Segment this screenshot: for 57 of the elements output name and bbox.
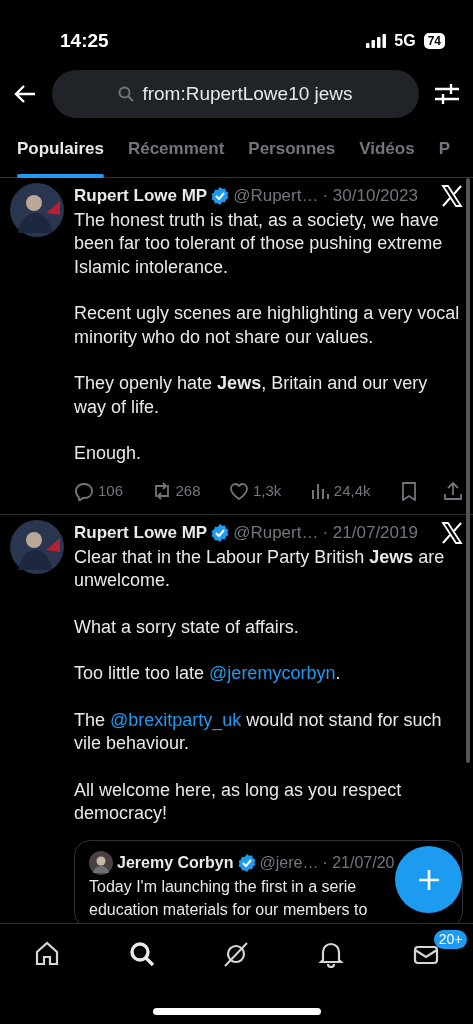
share-icon — [443, 480, 463, 501]
reply-button[interactable]: 106 — [74, 479, 124, 502]
filter-button[interactable] — [435, 83, 459, 105]
post-date: · 21/07/20 — [322, 852, 395, 873]
bell-icon — [317, 940, 346, 968]
avatar — [10, 520, 64, 574]
post-text: The @brexitparty_uk would not stand for such vile behaviour. — [74, 708, 443, 755]
x-logo-icon — [441, 184, 463, 207]
back-arrow-icon — [14, 84, 36, 104]
slashed-circle-icon — [222, 940, 251, 968]
author-handle[interactable]: @Rupert… — [233, 183, 319, 209]
views-button[interactable]: 24,4k — [309, 479, 371, 502]
search-tab[interactable]: Populaires — [17, 126, 104, 178]
post-date: · 21/07/2019 — [322, 522, 418, 544]
settings-sliders-icon — [435, 83, 459, 105]
avatar — [89, 850, 113, 875]
author-name[interactable]: Rupert Lowe MP — [74, 183, 208, 209]
avatar — [10, 183, 64, 237]
search-tab[interactable]: Récemment — [127, 126, 225, 178]
post-text: They openly hate Jews, Britain and our very way of life. — [74, 372, 429, 419]
bookmark-icon — [399, 480, 419, 501]
author-name[interactable]: Jeremy Corbyn — [117, 850, 234, 875]
share-button[interactable] — [443, 480, 463, 501]
author-handle[interactable]: @Rupert… — [233, 520, 319, 546]
post-text: What a sorry state of affairs. — [74, 615, 300, 639]
post-text: Too little too late @jeremycorbyn. — [74, 662, 342, 685]
search-icon — [127, 940, 156, 968]
clock-time: 14:25 — [60, 28, 109, 53]
repost-button[interactable]: 268 — [151, 479, 201, 502]
battery-level: 74 — [423, 33, 445, 49]
post-text: The honest truth is that, as a society, we have been far too tolerant of those pushing extreme Islamic intolerance. — [74, 208, 444, 279]
mention-link[interactable]: @jeremycorbyn — [209, 663, 336, 683]
mention-link[interactable]: @brexitparty_uk — [110, 709, 242, 730]
search-icon — [118, 86, 135, 102]
x-logo-icon — [441, 521, 463, 544]
plus-icon — [416, 867, 441, 892]
author-handle[interactable]: @jere… — [259, 850, 319, 875]
quoted-post-text: Today I'm launching the first in a serie — [89, 876, 357, 897]
quoted-post-text: education materials for our members to — [89, 899, 368, 920]
post-text: Recent ugly scenes are highlighting a very vocal minority who do not share our values. — [74, 302, 461, 349]
post-text: Clear that in the Labour Party British Jews are unwelcome. — [74, 545, 446, 592]
like-button[interactable]: 1,3k — [229, 479, 282, 502]
search-tab[interactable]: Vidéos — [359, 126, 415, 178]
signal-icon — [366, 34, 387, 48]
search-tab[interactable]: P — [438, 126, 450, 178]
post-text: Enough. — [74, 442, 143, 465]
reply-icon — [74, 480, 94, 501]
bookmark-button[interactable] — [399, 480, 419, 501]
search-tab[interactable]: Personnes — [248, 126, 336, 178]
network-label: 5G — [394, 31, 416, 51]
post-date: · 30/10/2023 — [322, 185, 418, 207]
post-text: All welcome here, as long as you respect democracy! — [74, 778, 403, 825]
notification-count: 20+ — [433, 930, 468, 949]
search-field[interactable]: from:RupertLowe10 jews — [52, 70, 419, 118]
back-button[interactable] — [14, 84, 36, 104]
author-name[interactable]: Rupert Lowe MP — [74, 520, 208, 546]
heart-icon — [229, 480, 249, 501]
